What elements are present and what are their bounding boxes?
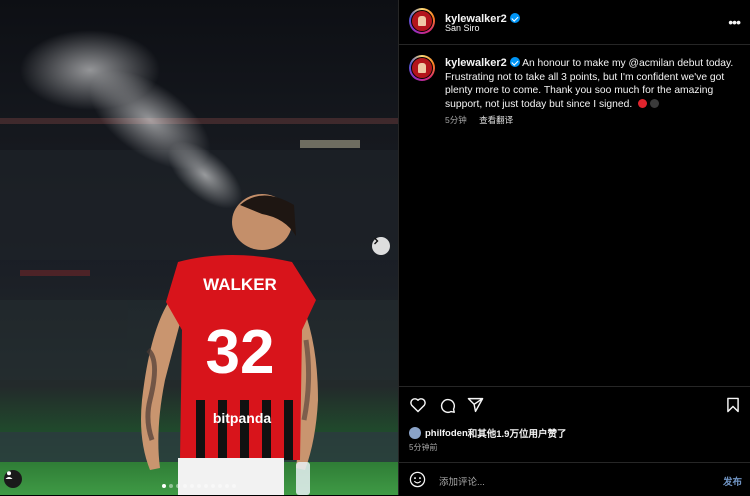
carousel-dot (232, 484, 236, 488)
location-link[interactable]: San Siro (445, 23, 480, 33)
post-photo: WALKER 32 bitpanda (0, 30, 398, 495)
carousel-dot (204, 484, 208, 488)
post-timestamp: 5分钟前 (409, 443, 438, 452)
likes-text: 和其他1.9万位用户赞了 (467, 429, 567, 440)
comment-icon[interactable] (439, 397, 456, 419)
tagged-users-button[interactable] (4, 470, 22, 488)
post-image[interactable]: WALKER 32 bitpanda (0, 0, 398, 495)
more-options-icon[interactable]: ••• (728, 14, 741, 30)
carousel-dot (218, 484, 222, 488)
red-circle-emoji-icon (638, 98, 648, 108)
caption-username[interactable]: kylewalker2 (445, 57, 507, 69)
carousel-dot (197, 484, 201, 488)
carousel-dot (169, 484, 173, 488)
caption-time: 5分钟 (445, 115, 467, 125)
chevron-right-icon (374, 237, 379, 245)
carousel-dot (162, 484, 166, 488)
caption-avatar[interactable] (409, 55, 435, 81)
heart-icon[interactable] (409, 397, 427, 418)
jersey-sponsor: bitpanda (213, 410, 272, 426)
verified-badge-icon (509, 57, 520, 67)
carousel-dot (225, 484, 229, 488)
comment-input[interactable]: 添加评论... (439, 474, 485, 488)
post-comment-button[interactable]: 发布 (723, 474, 742, 488)
comment-bar: 添加评论... 发布 (399, 462, 750, 496)
liker-avatar (409, 427, 421, 439)
post-panel: kylewalker2 San Siro ••• kylewalker2 An … (398, 0, 750, 495)
post-caption: kylewalker2 An honour to make my @acmila… (445, 57, 735, 111)
share-icon[interactable] (467, 397, 484, 418)
verified-badge-icon (509, 13, 520, 23)
carousel-dot (211, 484, 215, 488)
liker-username[interactable]: philfoden (425, 428, 468, 439)
post-header: kylewalker2 San Siro ••• (399, 0, 750, 45)
caption-meta: 5分钟 查看翻译 (445, 114, 513, 126)
carousel-next-button[interactable] (372, 237, 390, 255)
see-translation-link[interactable]: 查看翻译 (479, 115, 513, 125)
action-bar (399, 386, 750, 423)
carousel-indicator (162, 484, 236, 488)
jersey-name: WALKER (203, 275, 277, 294)
bookmark-icon[interactable] (726, 397, 740, 418)
carousel-dot (183, 484, 187, 488)
avatar[interactable] (409, 8, 435, 34)
black-circle-emoji-icon (650, 98, 660, 108)
likes-summary[interactable]: philfoden 和其他1.9万位用户赞了 (409, 426, 566, 440)
carousel-dot (190, 484, 194, 488)
person-icon (5, 471, 13, 479)
carousel-dot (176, 484, 180, 488)
jersey-number: 32 (206, 318, 275, 387)
emoji-icon[interactable] (409, 471, 426, 493)
